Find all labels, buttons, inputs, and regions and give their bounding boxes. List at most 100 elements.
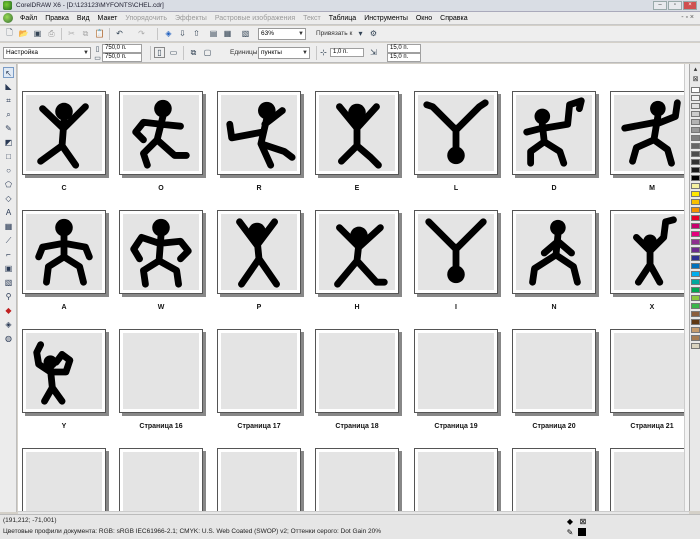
current-page-icon[interactable]: ▢ bbox=[202, 47, 213, 58]
outline-indicator-icon[interactable]: ✎ bbox=[565, 528, 575, 538]
color-swatch[interactable] bbox=[691, 223, 700, 229]
nudge-distance-field[interactable]: 1,0 п. bbox=[330, 48, 364, 57]
color-swatch[interactable] bbox=[691, 135, 700, 141]
page-thumbnail[interactable] bbox=[119, 448, 203, 511]
basic-shapes-icon[interactable]: ◇ bbox=[3, 193, 14, 204]
color-swatch[interactable] bbox=[691, 111, 700, 117]
color-swatch[interactable] bbox=[691, 183, 700, 189]
import-icon[interactable]: ⇩ bbox=[177, 28, 188, 39]
menu-item[interactable]: Растровые изображения bbox=[211, 15, 299, 22]
menu-item[interactable]: Макет bbox=[94, 15, 122, 22]
menu-item[interactable]: Текст bbox=[299, 15, 325, 22]
color-swatch[interactable] bbox=[691, 239, 700, 245]
open-icon[interactable]: 📂 bbox=[18, 28, 29, 39]
color-swatch[interactable] bbox=[691, 159, 700, 165]
palette-scroll-up-icon[interactable]: ▴ bbox=[691, 65, 700, 74]
fill-indicator-icon[interactable]: ◆ bbox=[565, 517, 575, 527]
options-icon[interactable]: ⚙ bbox=[368, 28, 379, 39]
page-thumbnail[interactable] bbox=[610, 210, 684, 294]
shape-tool-icon[interactable]: ◣ bbox=[3, 81, 14, 92]
color-swatch[interactable] bbox=[691, 191, 700, 197]
color-swatch[interactable] bbox=[691, 175, 700, 181]
snap-to-label[interactable]: Привязать к bbox=[316, 30, 352, 37]
color-swatch[interactable] bbox=[691, 87, 700, 93]
page-thumbnail[interactable] bbox=[22, 91, 106, 175]
menu-item[interactable]: Таблица bbox=[325, 15, 360, 22]
chevron-down-icon[interactable]: ▾ bbox=[355, 28, 366, 39]
color-swatch[interactable] bbox=[691, 287, 700, 293]
landscape-orientation-icon[interactable]: ▭ bbox=[168, 47, 179, 58]
menu-item[interactable]: Инструменты bbox=[360, 15, 412, 22]
menu-item[interactable]: Упорядочить bbox=[121, 15, 171, 22]
interactive-fill-icon[interactable]: ◍ bbox=[3, 333, 14, 344]
color-swatch[interactable] bbox=[691, 271, 700, 277]
color-swatch[interactable] bbox=[691, 311, 700, 317]
page-thumbnail[interactable] bbox=[610, 91, 684, 175]
color-swatch[interactable] bbox=[691, 255, 700, 261]
dimension-tool-icon[interactable]: ⟋ bbox=[3, 235, 14, 246]
duplicate-y-field[interactable]: 15,0 п. bbox=[387, 53, 421, 62]
page-thumbnail[interactable] bbox=[315, 210, 399, 294]
page-thumbnail[interactable] bbox=[119, 329, 203, 413]
close-button[interactable]: × bbox=[683, 1, 697, 10]
eyedropper-tool-icon[interactable]: ⚲ bbox=[3, 291, 14, 302]
page-thumbnail[interactable] bbox=[119, 91, 203, 175]
cut-icon[interactable]: ✂ bbox=[66, 28, 77, 39]
freehand-tool-icon[interactable]: ✎ bbox=[3, 123, 14, 134]
portrait-orientation-icon[interactable]: ▯ bbox=[154, 47, 165, 58]
color-swatch[interactable] bbox=[691, 231, 700, 237]
no-color-swatch-icon[interactable]: ⊠ bbox=[691, 75, 700, 84]
page-height-field[interactable]: 750,0 п. bbox=[102, 53, 142, 62]
publish-pdf-icon[interactable]: ▤ bbox=[208, 28, 219, 39]
zoom-level-dropdown[interactable]: 63% ▼ bbox=[258, 28, 306, 40]
export-icon[interactable]: ⇧ bbox=[191, 28, 202, 39]
page-thumbnail[interactable] bbox=[119, 210, 203, 294]
page-thumbnail[interactable] bbox=[414, 448, 498, 511]
color-swatch[interactable] bbox=[691, 167, 700, 173]
menu-item[interactable]: Файл bbox=[16, 15, 41, 22]
color-swatch[interactable] bbox=[691, 207, 700, 213]
page-thumbnail[interactable] bbox=[610, 448, 684, 511]
color-swatch[interactable] bbox=[691, 327, 700, 333]
search-content-icon[interactable]: ◈ bbox=[163, 28, 174, 39]
color-swatch[interactable] bbox=[691, 151, 700, 157]
print-icon[interactable]: ⎙ bbox=[46, 28, 57, 39]
outline-color-swatch[interactable] bbox=[578, 528, 586, 536]
color-swatch[interactable] bbox=[691, 103, 700, 109]
page-thumbnail[interactable] bbox=[414, 210, 498, 294]
connector-tool-icon[interactable]: ⌐ bbox=[3, 249, 14, 260]
color-swatch[interactable] bbox=[691, 143, 700, 149]
ellipse-tool-icon[interactable]: ○ bbox=[3, 165, 14, 176]
color-swatch[interactable] bbox=[691, 247, 700, 253]
polygon-tool-icon[interactable]: ⬠ bbox=[3, 179, 14, 190]
color-swatch[interactable] bbox=[691, 295, 700, 301]
interactive-effects-icon[interactable]: ▣ bbox=[3, 263, 14, 274]
color-swatch[interactable] bbox=[691, 335, 700, 341]
all-pages-icon[interactable]: ⧉ bbox=[188, 47, 199, 58]
page-thumbnail[interactable] bbox=[512, 448, 596, 511]
color-swatch[interactable] bbox=[691, 127, 700, 133]
page-thumbnail[interactable] bbox=[315, 91, 399, 175]
page-thumbnail[interactable] bbox=[512, 210, 596, 294]
document-color-profiles[interactable]: Цветовые профили документа: RGB: sRGB IE… bbox=[3, 528, 381, 535]
fill-tool-icon[interactable]: ◈ bbox=[3, 319, 14, 330]
no-fill-icon[interactable]: ⊠ bbox=[578, 517, 588, 527]
duplicate-x-field[interactable]: 15,0 п. bbox=[387, 44, 421, 53]
page-thumbnail[interactable] bbox=[22, 210, 106, 294]
page-thumbnail[interactable] bbox=[414, 329, 498, 413]
menu-item[interactable]: Справка bbox=[436, 15, 471, 22]
table-tool-icon[interactable]: ▦ bbox=[3, 221, 14, 232]
smart-fill-icon[interactable]: ◩ bbox=[3, 137, 14, 148]
undo-icon[interactable]: ↶ bbox=[114, 28, 125, 39]
pick-tool-icon[interactable]: ↖ bbox=[3, 67, 14, 78]
redo-icon[interactable]: ↷ bbox=[136, 28, 147, 39]
page-thumbnail[interactable] bbox=[315, 329, 399, 413]
menu-item[interactable]: Эффекты bbox=[171, 15, 211, 22]
transparency-tool-icon[interactable]: ▧ bbox=[3, 277, 14, 288]
copy-icon[interactable]: ⧉ bbox=[80, 28, 91, 39]
color-swatch[interactable] bbox=[691, 343, 700, 349]
minimize-button[interactable]: – bbox=[653, 1, 667, 10]
zoom-tool-icon[interactable]: ⌕ bbox=[3, 109, 14, 120]
page-thumbnail[interactable] bbox=[512, 91, 596, 175]
page-thumbnail[interactable] bbox=[217, 329, 301, 413]
